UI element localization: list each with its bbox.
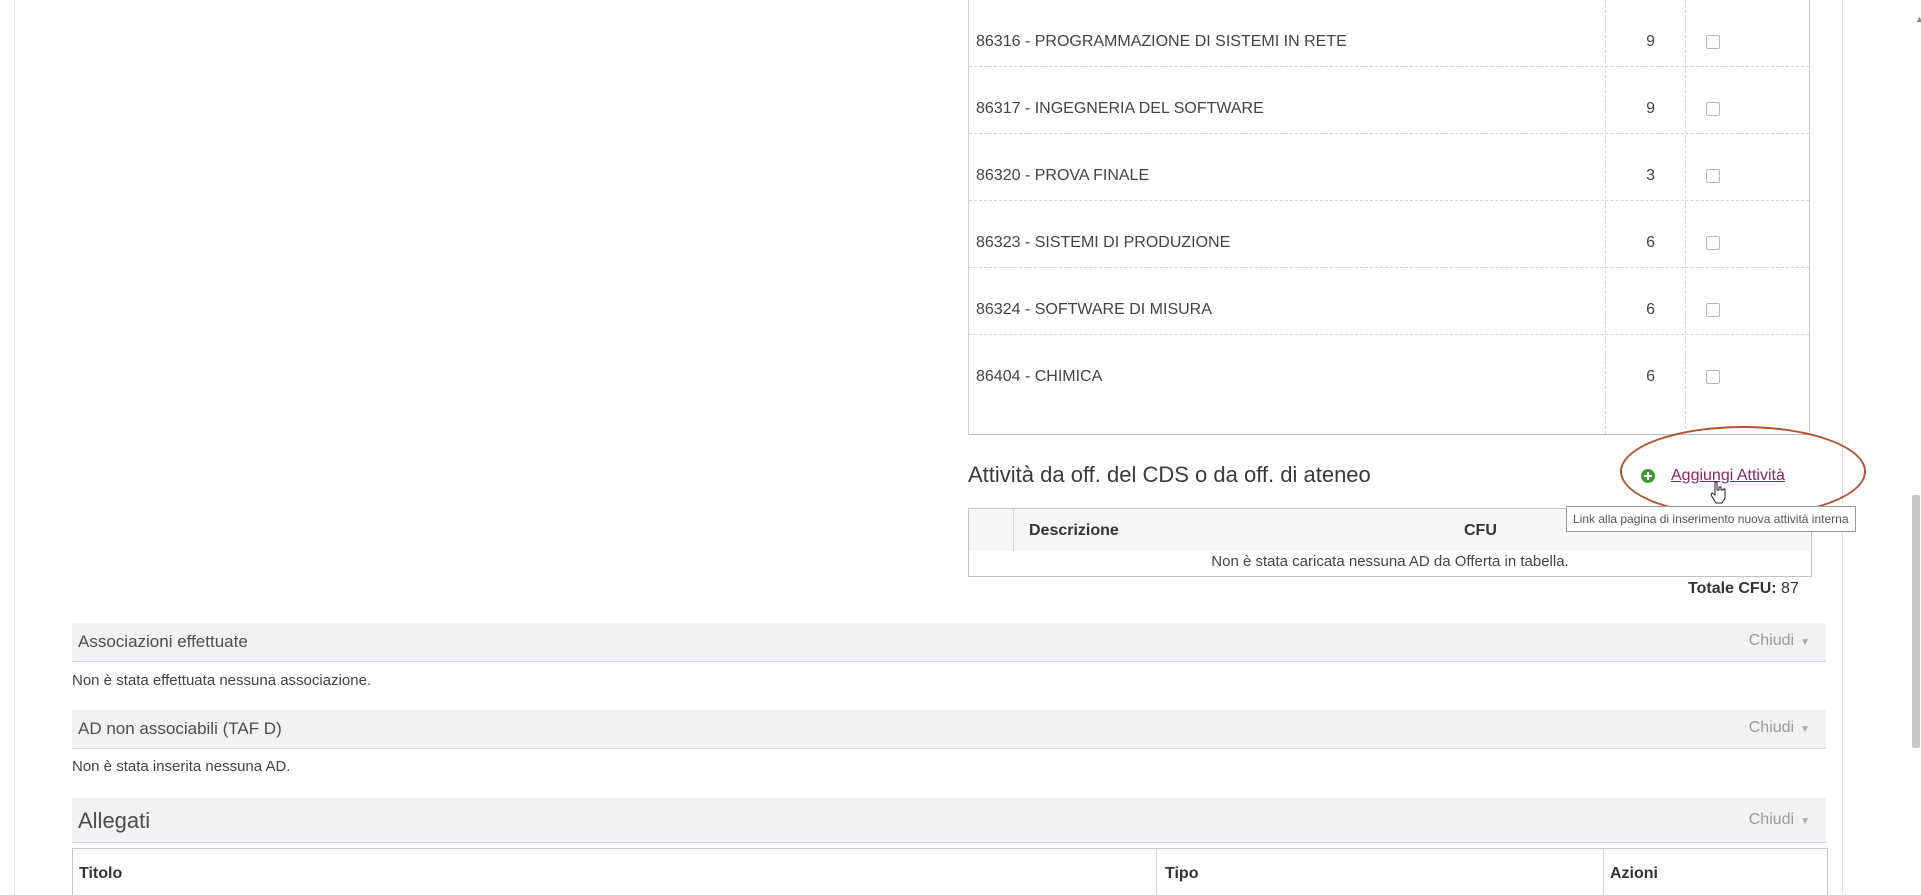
section-ad-non-associabili: AD non associabili (TAF D) Chiudi ▼ xyxy=(72,710,1826,749)
activity-name: 86324 - SOFTWARE DI MISURA xyxy=(976,301,1212,318)
table-row: 86320 - PROVA FINALE 3 xyxy=(969,134,1809,201)
add-activity-link[interactable]: Aggiungi Attività xyxy=(1671,467,1785,485)
column-header-titolo[interactable]: Titolo xyxy=(79,865,122,883)
activity-checkbox[interactable] xyxy=(1706,102,1720,116)
activity-cfu: 9 xyxy=(1646,33,1655,50)
page-left-border xyxy=(14,0,15,894)
activity-cfu: 6 xyxy=(1646,368,1655,385)
activity-name: 86404 - CHIMICA xyxy=(976,368,1103,385)
column-header-azioni[interactable]: Azioni xyxy=(1610,865,1658,883)
section-heading-attivita: Attività da off. del CDS o da off. di at… xyxy=(968,462,1371,487)
activities-table: 86316 - PROGRAMMAZIONE DI SISTEMI IN RET… xyxy=(968,0,1810,435)
column-header-descrizione[interactable]: Descrizione xyxy=(1029,522,1119,540)
chevron-down-icon: ▼ xyxy=(1800,724,1810,735)
empty-table-message: Non è stata caricata nessuna AD da Offer… xyxy=(1211,553,1569,570)
associazioni-message: Non è stata effettuata nessuna associazi… xyxy=(72,672,372,689)
toggle-label: Chiudi xyxy=(1748,719,1795,736)
plus-circle-icon[interactable] xyxy=(1641,469,1655,483)
chevron-down-icon: ▼ xyxy=(1800,637,1810,648)
activity-checkbox[interactable] xyxy=(1706,169,1720,183)
activity-cfu: 6 xyxy=(1646,234,1655,251)
scroll-up-icon[interactable]: ▲ xyxy=(1915,14,1921,24)
allegati-table: Titolo Tipo Azioni xyxy=(72,848,1828,895)
ad-non-associabili-message: Non è stata inserita nessuna AD. xyxy=(72,758,291,775)
toggle-label: Chiudi xyxy=(1748,632,1795,649)
page-right-border xyxy=(1842,0,1843,894)
totale-cfu: Totale CFU: 87 xyxy=(1688,580,1799,598)
column-header-cfu[interactable]: CFU xyxy=(1464,522,1497,540)
tooltip: Link alla pagina di inserimento nuova at… xyxy=(1566,506,1856,532)
activity-checkbox[interactable] xyxy=(1706,370,1720,384)
activity-checkbox[interactable] xyxy=(1706,236,1720,250)
section-title: Allegati xyxy=(78,808,151,833)
totale-label: Totale CFU: xyxy=(1688,580,1777,597)
table-row: 86316 - PROGRAMMAZIONE DI SISTEMI IN RET… xyxy=(969,0,1809,67)
column-header-tipo[interactable]: Tipo xyxy=(1165,865,1198,883)
column-divider xyxy=(1156,849,1157,895)
collapse-toggle[interactable]: Chiudi ▼ xyxy=(1749,719,1810,737)
column-divider xyxy=(1013,509,1014,551)
section-title: AD non associabili (TAF D) xyxy=(78,719,282,738)
collapse-toggle[interactable]: Chiudi ▼ xyxy=(1749,811,1810,829)
activity-name: 86320 - PROVA FINALE xyxy=(976,167,1150,184)
activity-cfu: 6 xyxy=(1646,301,1655,318)
table-row: 86324 - SOFTWARE DI MISURA 6 xyxy=(969,268,1809,335)
activity-cfu: 3 xyxy=(1646,167,1655,184)
toggle-label: Chiudi xyxy=(1748,811,1795,828)
activity-name: 86323 - SISTEMI DI PRODUZIONE xyxy=(976,234,1231,251)
column-divider xyxy=(1603,849,1604,895)
activity-name: 86316 - PROGRAMMAZIONE DI SISTEMI IN RET… xyxy=(976,33,1347,50)
activity-cfu: 9 xyxy=(1646,100,1655,117)
section-title: Associazioni effettuate xyxy=(78,632,248,651)
hand-cursor-icon xyxy=(1710,481,1726,504)
section-allegati: Allegati Chiudi ▼ xyxy=(72,798,1826,843)
vertical-scrollbar-thumb[interactable] xyxy=(1912,495,1920,748)
section-associazioni: Associazioni effettuate Chiudi ▼ xyxy=(72,623,1826,662)
table-row: 86317 - INGEGNERIA DEL SOFTWARE 9 xyxy=(969,67,1809,134)
activity-name: 86317 - INGEGNERIA DEL SOFTWARE xyxy=(976,100,1264,117)
collapse-toggle[interactable]: Chiudi ▼ xyxy=(1749,632,1810,650)
chevron-down-icon: ▼ xyxy=(1800,816,1810,827)
activity-checkbox[interactable] xyxy=(1706,35,1720,49)
totale-value: 87 xyxy=(1781,580,1799,597)
table-row: 86323 - SISTEMI DI PRODUZIONE 6 xyxy=(969,201,1809,268)
activity-checkbox[interactable] xyxy=(1706,303,1720,317)
table-row: 86404 - CHIMICA 6 xyxy=(969,335,1809,402)
